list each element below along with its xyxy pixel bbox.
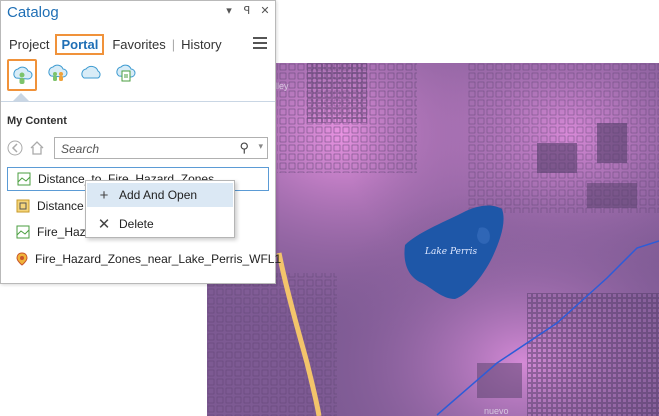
place-label-valley: lley bbox=[275, 81, 289, 91]
menu-item-delete[interactable]: ✕ Delete bbox=[87, 212, 233, 236]
pin-icon[interactable]: ꟼ bbox=[241, 4, 253, 17]
catalog-tabs: Project Portal Favorites | History bbox=[7, 34, 224, 55]
item-label: Fire_Hazard_Zones_near_Lake_Perris_WFL1 bbox=[35, 252, 282, 266]
plus-icon: + bbox=[99, 186, 109, 204]
all-portal-icon[interactable] bbox=[79, 59, 105, 87]
hamburger-menu-icon[interactable] bbox=[253, 37, 267, 52]
living-atlas-icon[interactable] bbox=[113, 59, 139, 87]
place-label-nuevo: nuevo bbox=[484, 406, 509, 416]
back-icon[interactable] bbox=[7, 140, 23, 156]
section-title: My Content bbox=[7, 115, 67, 127]
search-icon[interactable]: ⚲ bbox=[239, 140, 249, 156]
list-item[interactable]: Fire_Hazard_Zones_near_Lake_Perris_WFL1 bbox=[7, 247, 281, 271]
lake-label: Lake Perris bbox=[425, 247, 478, 257]
divider bbox=[1, 101, 275, 102]
raster-layer-icon bbox=[15, 224, 31, 240]
menu-item-add-and-open[interactable]: + Add And Open bbox=[87, 183, 233, 207]
feature-layer-icon bbox=[15, 251, 29, 267]
x-icon: ✕ bbox=[97, 216, 111, 233]
menu-item-label: Delete bbox=[119, 217, 154, 231]
close-icon[interactable]: ✕ bbox=[259, 4, 271, 17]
pane-title: Catalog bbox=[7, 4, 59, 21]
context-menu: + Add And Open ✕ Delete bbox=[85, 180, 235, 238]
tab-project[interactable]: Project bbox=[7, 37, 51, 52]
pane-options-icon[interactable]: ▾ bbox=[223, 4, 235, 17]
item-label: Distance bbox=[37, 199, 84, 213]
catalog-pane: Catalog ▾ ꟼ ✕ Project Portal Favorites |… bbox=[0, 0, 281, 284]
my-content-icon[interactable] bbox=[7, 59, 37, 91]
selection-pointer bbox=[13, 93, 29, 101]
raster-layer-icon bbox=[16, 171, 32, 187]
tab-portal[interactable]: Portal bbox=[55, 34, 105, 55]
tab-favorites[interactable]: Favorites bbox=[110, 37, 167, 52]
chevron-down-icon[interactable]: ▾ bbox=[258, 141, 263, 152]
search-input[interactable]: Search ⚲ ▾ bbox=[54, 137, 268, 159]
groups-icon[interactable] bbox=[45, 59, 71, 87]
item-label: Fire_Haz bbox=[37, 225, 86, 239]
portal-icon-row bbox=[7, 59, 139, 91]
menu-item-label: Add And Open bbox=[119, 188, 198, 202]
search-placeholder: Search bbox=[61, 142, 100, 156]
tab-separator: | bbox=[171, 37, 176, 52]
map-package-icon bbox=[15, 198, 31, 214]
home-icon[interactable] bbox=[29, 140, 45, 156]
pane-controls: ▾ ꟼ ✕ bbox=[223, 4, 271, 17]
tab-history[interactable]: History bbox=[179, 37, 223, 52]
